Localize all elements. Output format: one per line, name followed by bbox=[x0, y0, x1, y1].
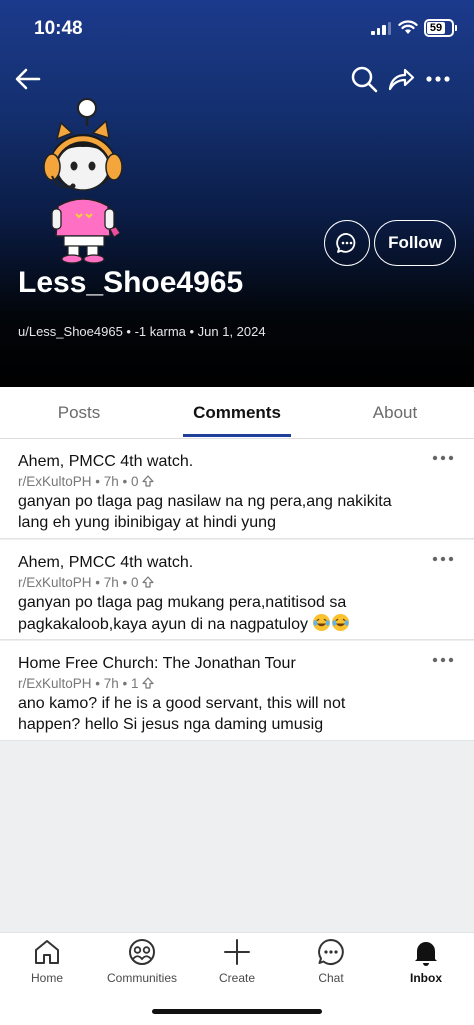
bell-icon bbox=[415, 942, 437, 966]
comment-meta: r/ExKultoPH • 7h • 0 bbox=[18, 575, 154, 590]
comment-item[interactable]: Ahem, PMCC 4th watch. r/ExKultoPH • 7h •… bbox=[0, 439, 474, 539]
share-icon[interactable] bbox=[386, 64, 416, 94]
avatar bbox=[43, 98, 123, 264]
more-options-icon[interactable] bbox=[430, 550, 456, 568]
comment-meta-text: r/ExKultoPH • 7h • 0 bbox=[18, 575, 139, 590]
chat-icon bbox=[318, 939, 344, 965]
upvote-icon bbox=[142, 475, 154, 487]
tab-comments[interactable]: Comments bbox=[183, 387, 291, 439]
communities-icon bbox=[129, 939, 155, 965]
comment-meta: r/ExKultoPH • 7h • 0 bbox=[18, 474, 154, 489]
plus-icon bbox=[224, 939, 250, 965]
comment-item[interactable]: Ahem, PMCC 4th watch. r/ExKultoPH • 7h •… bbox=[0, 540, 474, 640]
laughing-tears-emoji-icon bbox=[313, 613, 331, 632]
more-options-icon[interactable] bbox=[430, 449, 456, 467]
comment-body: ganyan po tlaga pag nasilaw na ng pera,a… bbox=[18, 493, 392, 531]
search-icon[interactable] bbox=[349, 64, 379, 94]
nav-communities[interactable]: Communities bbox=[102, 937, 182, 985]
home-icon bbox=[35, 940, 59, 964]
comment-meta-text: r/ExKultoPH • 7h • 0 bbox=[18, 474, 139, 489]
chat-bubble-icon bbox=[336, 233, 356, 253]
comment-body-text: ganyan po tlaga pag mukang pera,natitiso… bbox=[18, 594, 347, 633]
comment-meta-text: r/ExKultoPH • 7h • 1 bbox=[18, 676, 139, 691]
tab-posts[interactable]: Posts bbox=[20, 387, 138, 439]
nav-inbox[interactable]: Inbox bbox=[386, 937, 466, 985]
status-bar: 10:48 59 bbox=[0, 0, 474, 56]
comment-meta: r/ExKultoPH • 7h • 1 bbox=[18, 676, 154, 691]
more-options-icon[interactable] bbox=[430, 651, 456, 669]
start-chat-button[interactable] bbox=[324, 220, 370, 266]
cellular-signal-icon bbox=[371, 22, 391, 35]
home-indicator bbox=[152, 1009, 322, 1014]
wifi-icon bbox=[398, 20, 418, 34]
more-options-icon[interactable] bbox=[423, 64, 453, 94]
comment-post-title[interactable]: Ahem, PMCC 4th watch. bbox=[18, 554, 193, 572]
nav-chat-label: Chat bbox=[318, 971, 344, 985]
follow-button[interactable]: Follow bbox=[374, 220, 456, 266]
nav-communities-label: Communities bbox=[106, 971, 178, 985]
back-arrow-icon[interactable] bbox=[12, 63, 44, 95]
nav-home-label: Home bbox=[30, 971, 63, 985]
comment-post-title[interactable]: Ahem, PMCC 4th watch. bbox=[18, 453, 193, 471]
comment-body: ano kamo? if he is a good servant, this … bbox=[18, 695, 346, 733]
tab-about[interactable]: About bbox=[340, 387, 450, 439]
battery-nub bbox=[455, 25, 457, 31]
battery-level: 59 bbox=[427, 22, 445, 34]
profile-username: Less_Shoe4965 bbox=[18, 266, 244, 299]
nav-create-label: Create bbox=[218, 971, 256, 985]
nav-inbox-label: Inbox bbox=[410, 971, 442, 985]
status-time: 10:48 bbox=[34, 18, 83, 39]
nav-chat[interactable]: Chat bbox=[291, 937, 371, 985]
comment-body: ganyan po tlaga pag mukang pera,natitiso… bbox=[18, 592, 408, 635]
profile-header: 10:48 59 Follow Less_Shoe4965 u/Less_Sho… bbox=[0, 0, 474, 387]
profile-meta: u/Less_Shoe4965 • -1 karma • Jun 1, 2024 bbox=[18, 324, 266, 339]
laughing-tears-emoji-icon bbox=[332, 613, 350, 632]
nav-create[interactable]: Create bbox=[197, 937, 277, 985]
comment-item[interactable]: Home Free Church: The Jonathan Tour r/Ex… bbox=[0, 641, 474, 741]
nav-home[interactable]: Home bbox=[7, 937, 87, 985]
upvote-icon bbox=[142, 677, 154, 689]
active-tab-indicator bbox=[183, 434, 291, 437]
comment-post-title[interactable]: Home Free Church: The Jonathan Tour bbox=[18, 655, 296, 673]
upvote-icon bbox=[142, 576, 154, 588]
battery-icon: 59 bbox=[424, 19, 454, 37]
profile-tabs: Posts Comments About bbox=[0, 387, 474, 439]
